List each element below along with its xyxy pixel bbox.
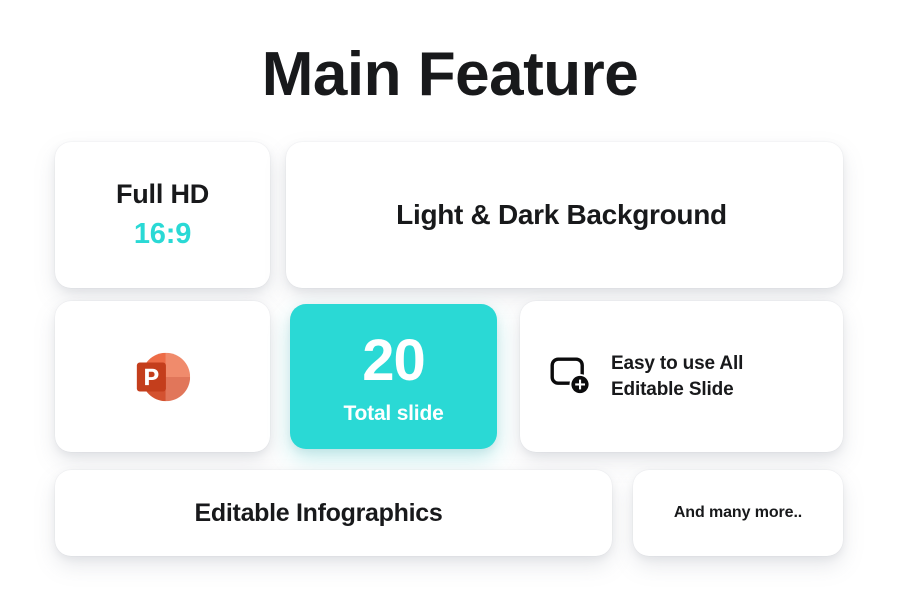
- card-full-hd[interactable]: Full HD 16:9: [55, 142, 270, 288]
- light-dark-background-label: Light & Dark Background: [396, 199, 727, 230]
- easy-to-use-line-2: Editable Slide: [611, 378, 734, 400]
- card-and-many-more[interactable]: And many more..: [633, 470, 843, 556]
- easy-to-use-line-1: Easy to use All: [611, 353, 744, 375]
- full-hd-label: Full HD: [115, 178, 210, 209]
- total-slide-count: 20: [362, 327, 426, 393]
- slide-canvas: Main Feature Full HD 16:9 Light & Dark B…: [0, 0, 900, 600]
- card-light-dark-background[interactable]: Light & Dark Background: [286, 142, 843, 288]
- easy-to-use-text: Easy to use All Editable Slide: [611, 351, 743, 401]
- page-title: Main Feature: [261, 40, 639, 109]
- card-total-slide[interactable]: 20 Total slide: [290, 304, 497, 449]
- card-powerpoint[interactable]: [55, 301, 270, 452]
- aspect-ratio-value: 16:9: [133, 217, 192, 250]
- and-many-more-label: And many more..: [673, 504, 803, 521]
- easy-to-use-content: Easy to use All Editable Slide: [550, 351, 743, 401]
- card-editable-infographics[interactable]: Editable Infographics: [55, 470, 612, 556]
- editable-infographics-label: Editable Infographics: [194, 498, 443, 527]
- powerpoint-icon: [132, 346, 194, 408]
- total-slide-caption: Total slide: [343, 401, 444, 425]
- card-easy-to-use[interactable]: Easy to use All Editable Slide: [520, 301, 843, 452]
- add-slide-icon: [550, 357, 594, 397]
